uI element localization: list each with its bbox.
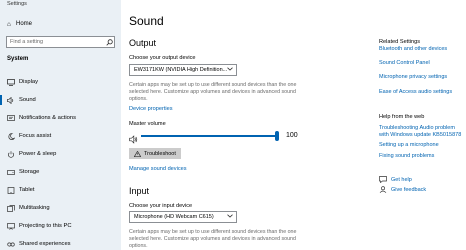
search-input[interactable]: Find a setting xyxy=(10,39,104,45)
volume-track[interactable] xyxy=(141,135,277,137)
sidebar-item-projecting[interactable]: Projecting to this PC xyxy=(0,217,121,235)
output-device-select[interactable]: EW3171KW (NVIDIA High Definition... xyxy=(129,64,237,76)
help-link-troubleshooting-audio[interactable]: Troubleshooting Audio problem with Windo… xyxy=(379,125,463,138)
sidebar-item-label: Shared experiences xyxy=(19,241,71,247)
sidebar-item-sound[interactable]: Sound xyxy=(0,91,121,109)
give-feedback-link[interactable]: Give feedback xyxy=(379,186,426,193)
sidebar: Settings ⌂ Home Find a setting System Di… xyxy=(0,0,121,250)
tablet-icon xyxy=(7,186,19,194)
speaker-icon xyxy=(7,96,19,104)
volume-value: 100 xyxy=(286,132,298,139)
sidebar-home-label: Home xyxy=(16,21,33,27)
sidebar-item-notifications[interactable]: Notifications & actions xyxy=(0,109,121,127)
manage-sound-devices-link[interactable]: Manage sound devices xyxy=(129,166,187,172)
moon-icon xyxy=(7,132,19,140)
related-link-bluetooth[interactable]: Bluetooth and other devices xyxy=(379,46,447,53)
sidebar-item-display[interactable]: Display xyxy=(0,73,121,91)
input-device-select[interactable]: Microphone (HD Webcam C615) xyxy=(129,211,237,223)
warning-icon xyxy=(134,150,141,157)
sidebar-item-storage[interactable]: Storage xyxy=(0,163,121,181)
chevron-down-icon xyxy=(227,67,236,73)
search-icon[interactable] xyxy=(104,37,114,47)
sidebar-item-label: Sound xyxy=(19,97,36,103)
multitasking-icon xyxy=(7,204,19,212)
output-device-label: Choose your output device xyxy=(129,55,196,61)
related-link-sound-control-panel[interactable]: Sound Control Panel xyxy=(379,60,430,67)
sidebar-item-tablet[interactable]: Tablet xyxy=(0,181,121,199)
sidebar-item-label: Storage xyxy=(19,169,40,175)
sidebar-item-label: Tablet xyxy=(19,187,35,193)
input-device-label: Choose your input device xyxy=(129,203,193,209)
sidebar-item-multitasking[interactable]: Multitasking xyxy=(0,199,121,217)
storage-icon xyxy=(7,169,19,176)
sidebar-item-label: Display xyxy=(19,79,39,85)
notifications-icon xyxy=(7,114,19,122)
power-icon xyxy=(7,150,19,158)
related-link-ease-of-access-audio[interactable]: Ease of Access audio settings xyxy=(379,89,452,96)
related-link-microphone-privacy[interactable]: Microphone privacy settings xyxy=(379,74,447,81)
sidebar-item-shared-experiences[interactable]: Shared experiences xyxy=(0,235,121,250)
section-label-system: System xyxy=(7,56,29,62)
give-feedback-label: Give feedback xyxy=(391,186,427,193)
troubleshoot-label: Troubleshoot xyxy=(144,150,176,157)
input-description: Certain apps may be set up to use differ… xyxy=(129,229,297,249)
get-help-link[interactable]: Get help xyxy=(379,176,412,183)
troubleshoot-button[interactable]: Troubleshoot xyxy=(129,148,181,159)
output-description: Certain apps may be set up to use differ… xyxy=(129,82,297,102)
search-field[interactable]: Find a setting xyxy=(6,36,115,48)
related-settings-heading: Related Settings xyxy=(379,39,421,45)
sidebar-item-label: Projecting to this PC xyxy=(19,223,72,229)
shared-experiences-icon xyxy=(7,241,19,248)
output-device-value: EW3171KW (NVIDIA High Definition... xyxy=(134,67,227,73)
sidebar-item-label: Power & sleep xyxy=(19,151,57,157)
master-volume-label: Master volume xyxy=(129,121,166,127)
help-chat-icon xyxy=(379,176,391,183)
feedback-icon xyxy=(379,186,391,193)
get-help-label: Get help xyxy=(391,176,412,183)
device-properties-link[interactable]: Device properties xyxy=(129,106,173,112)
projecting-icon xyxy=(7,222,19,230)
master-volume-slider[interactable]: 100 xyxy=(129,131,309,144)
display-icon xyxy=(7,78,19,86)
sidebar-item-label: Notifications & actions xyxy=(19,115,77,121)
help-link-fixing-sound[interactable]: Fixing sound problems xyxy=(379,153,434,160)
input-heading: Input xyxy=(129,186,150,196)
window-title: Settings xyxy=(7,1,27,7)
home-icon: ⌂ xyxy=(7,20,11,28)
sidebar-item-label: Focus assist xyxy=(19,133,52,139)
sidebar-item-power-sleep[interactable]: Power & sleep xyxy=(0,145,121,163)
sidebar-home[interactable]: ⌂ Home xyxy=(7,19,32,29)
help-from-web-heading: Help from the web xyxy=(379,114,425,120)
speaker-icon[interactable] xyxy=(129,131,138,149)
output-heading: Output xyxy=(129,38,157,48)
input-device-value: Microphone (HD Webcam C615) xyxy=(134,214,214,220)
page-title: Sound xyxy=(129,14,164,28)
help-link-setting-up-microphone[interactable]: Setting up a microphone xyxy=(379,142,439,149)
sidebar-nav: Display Sound Notifications & actions Fo… xyxy=(0,73,121,250)
volume-thumb[interactable] xyxy=(275,131,279,141)
main-content: Sound Output Choose your output device E… xyxy=(121,0,466,250)
sidebar-item-focus-assist[interactable]: Focus assist xyxy=(0,127,121,145)
sidebar-item-label: Multitasking xyxy=(19,205,50,211)
chevron-down-icon xyxy=(227,214,236,220)
